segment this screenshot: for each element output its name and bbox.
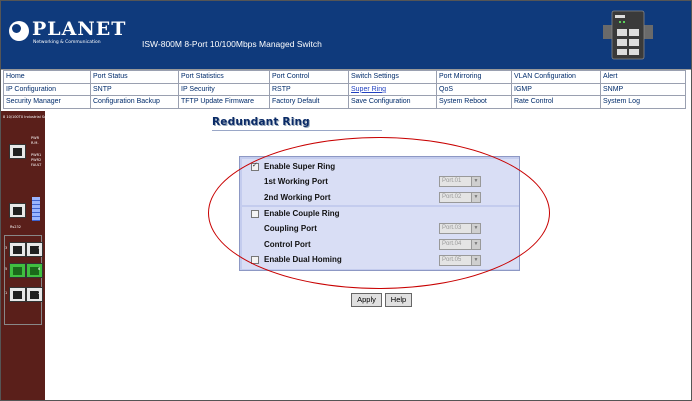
port-number-2: 2 <box>38 291 41 295</box>
nav-ip-configuration[interactable]: IP Configuration <box>3 82 91 97</box>
port-3 <box>9 242 26 257</box>
dip-switch <box>32 197 40 221</box>
port-number-4: 4 <box>38 246 41 250</box>
port-number-6: 6 <box>38 267 41 271</box>
port-2 <box>26 287 43 302</box>
nav-port-control[interactable]: Port Control <box>269 70 349 84</box>
nav-rstp[interactable]: RSTP <box>269 82 349 97</box>
nav-igmp[interactable]: IGMP <box>511 82 601 97</box>
rs232-label: Rs232 <box>10 225 21 229</box>
nav-qos[interactable]: QoS <box>436 82 512 97</box>
nav-port-status[interactable]: Port Status <box>90 70 179 84</box>
console-port <box>9 144 26 159</box>
nav-factory-default[interactable]: Factory Default <box>269 95 349 109</box>
nav-security-manager[interactable]: Security Manager <box>3 95 91 109</box>
nav-system-log[interactable]: System Log <box>600 95 686 109</box>
title-divider <box>212 130 382 131</box>
nav-tftp-update-firmware[interactable]: TFTP Update Firmware <box>178 95 270 109</box>
nav-port-statistics[interactable]: Port Statistics <box>178 70 270 84</box>
nav-snmp[interactable]: SNMP <box>600 82 686 97</box>
nav-ip-security[interactable]: IP Security <box>178 82 270 97</box>
nav-switch-settings[interactable]: Switch Settings <box>348 70 437 84</box>
device-label: 8 10/100TX Industrial Switch <box>3 115 54 119</box>
led-rm: R.M. <box>31 141 39 145</box>
apply-button[interactable]: Apply <box>351 293 382 307</box>
annotation-highlight-oval <box>208 137 550 289</box>
nav-table: Home Port Status Port Statistics Port Co… <box>3 70 686 109</box>
page-title: Redundant Ring <box>212 116 310 128</box>
nav-home[interactable]: Home <box>3 70 91 84</box>
logo-tagline: Networking & Communication <box>33 40 101 45</box>
logo-text: PLANET <box>32 18 127 40</box>
port-5 <box>9 263 26 278</box>
port-6 <box>26 263 43 278</box>
port-number-5: 5 <box>5 267 8 271</box>
port-number-1: 1 <box>5 291 8 295</box>
nav-system-reboot[interactable]: System Reboot <box>436 95 512 109</box>
nav-rate-control[interactable]: Rate Control <box>511 95 601 109</box>
nav-sntp[interactable]: SNTP <box>90 82 179 97</box>
nav-vlan-configuration[interactable]: VLAN Configuration <box>511 70 601 84</box>
planet-logo: PLANET Networking & Communication <box>9 18 125 50</box>
led-pwr2: PWR2 <box>31 158 42 162</box>
logo-icon <box>9 21 29 41</box>
nav-alert[interactable]: Alert <box>600 70 686 84</box>
nav-configuration-backup[interactable]: Configuration Backup <box>90 95 179 109</box>
port-1 <box>9 287 26 302</box>
led-pwr1: PWR1 <box>31 153 42 157</box>
help-button[interactable]: Help <box>385 293 412 307</box>
port-number-3: 3 <box>5 246 8 250</box>
nav-save-configuration[interactable]: Save Configuration <box>348 95 437 109</box>
led-fault: FAULT <box>31 163 42 167</box>
header-banner: PLANET Networking & Communication ISW-80… <box>1 1 691 69</box>
switch-device-icon <box>603 10 653 60</box>
port-4 <box>26 242 43 257</box>
nav-super-ring[interactable]: Super Ring <box>348 82 437 97</box>
led-pwr: PWR <box>31 136 40 140</box>
rs232-port <box>9 203 26 218</box>
product-title: ISW-800M 8-Port 10/100Mbps Managed Switc… <box>142 39 322 49</box>
nav-port-mirroring[interactable]: Port Mirroring <box>436 70 512 84</box>
device-front-panel: 8 10/100TX Industrial Switch PWR R.M. PW… <box>1 111 53 400</box>
main-nav: Home Port Status Port Statistics Port Co… <box>1 69 691 110</box>
